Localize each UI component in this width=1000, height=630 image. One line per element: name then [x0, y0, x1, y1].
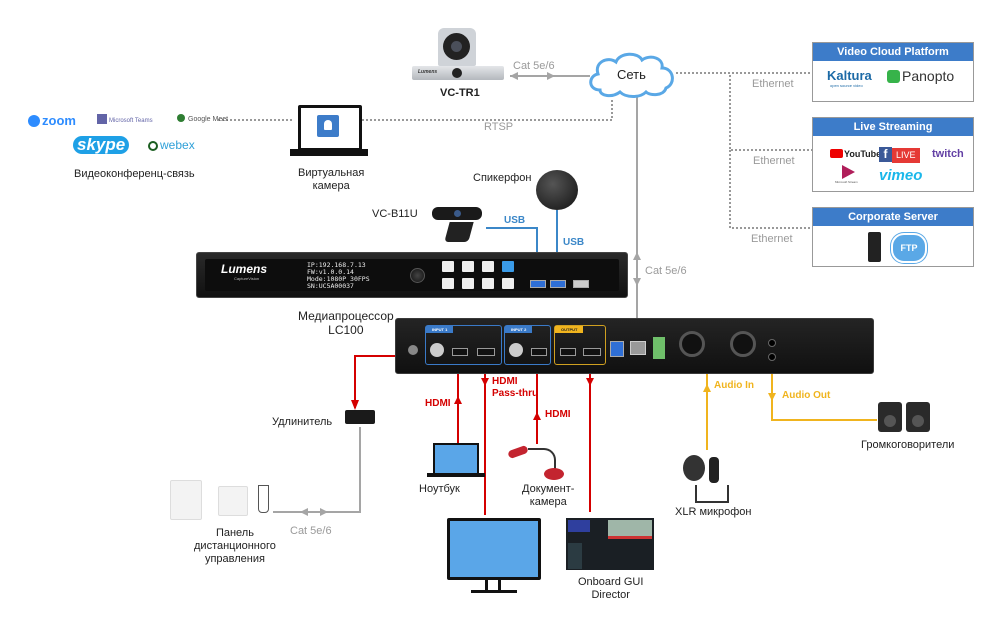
monitor-device — [447, 518, 542, 598]
line-out-jack — [768, 339, 776, 347]
webex-logo: webex — [148, 138, 195, 152]
conferencing-label: Видеоконференц-связь — [74, 168, 195, 180]
hdmi-label-doccam: HDMI — [545, 409, 571, 420]
kaltura-sub: open source video — [830, 83, 863, 88]
youtube-logo: YouTube — [830, 149, 881, 159]
speakerphone-device — [536, 170, 578, 210]
xlr-microphone-device — [683, 455, 733, 505]
layout-button[interactable] — [482, 261, 494, 272]
cat-label-bottom: Cat 5e/6 — [290, 525, 332, 537]
webcam-vc-b11u — [432, 207, 482, 245]
still-image-button[interactable] — [442, 278, 454, 289]
remote-panel-devices — [170, 480, 270, 525]
speakerphone-label: Спикерфон — [473, 172, 532, 184]
ethernet-label-2: Ethernet — [753, 155, 795, 167]
rs232-terminal — [653, 337, 665, 359]
speakers-label: Громкоговорители — [861, 439, 955, 451]
rtsp-label: RTSP — [484, 121, 514, 133]
laptop-virtual-camera — [290, 105, 370, 160]
webcam-label: VC-B11U — [372, 208, 418, 220]
zoom-logo: zoom — [28, 113, 76, 128]
teams-logo: Microsoft Teams — [97, 114, 153, 124]
usb-port-front — [530, 280, 546, 288]
xlr-port-2 — [730, 331, 756, 357]
output-section: OUTPUT — [554, 325, 606, 365]
input2-section: INPUT 2 — [504, 325, 551, 365]
control-knob[interactable] — [410, 268, 425, 283]
twitch-logo: twitch — [932, 148, 964, 160]
network-label: Сеть — [617, 67, 646, 82]
status-display: IP:192.168.7.13 FW:v1.0.0.14 Mode:1080P 30… — [307, 261, 370, 290]
extender-label: Удлинитель — [272, 416, 333, 428]
processor-label: Медиапроцессор LC100 — [298, 309, 394, 337]
audio-out-label: Audio Out — [782, 390, 831, 401]
usb-label-1: USB — [504, 215, 526, 226]
gui-director-label: Onboard GUI Director — [578, 576, 644, 601]
ethernet-port — [630, 341, 646, 355]
cat-label-vertical: Cat 5e/6 — [645, 265, 687, 277]
pip-button-2[interactable] — [482, 278, 494, 289]
cat-arrow — [547, 72, 555, 80]
laptop-device — [427, 443, 487, 479]
ftp-cloud-icon: FTP — [891, 233, 927, 263]
google-meet-logo: Google Meet — [177, 114, 228, 123]
cat-arrow — [633, 252, 641, 260]
usb-port-front — [550, 280, 566, 288]
doc-camera-label: Документ-камера — [522, 483, 575, 508]
microsoft-stream-logo — [842, 165, 855, 179]
usb-stick-icon — [258, 485, 269, 513]
panel-title: Corporate Server — [813, 208, 973, 226]
kaltura-logo: Kaltura — [827, 68, 872, 83]
power-button[interactable] — [502, 261, 514, 272]
cat-label-top: Cat 5e/6 — [513, 60, 555, 72]
pip-button-1[interactable] — [462, 278, 474, 289]
cat-arrow — [510, 72, 518, 80]
panel-title: Live Streaming — [813, 118, 973, 136]
facebook-live-logo: f LIVE — [879, 147, 920, 163]
server-icon — [868, 232, 881, 262]
lc100-rear-panel: INPUT 1 INPUT 2 OUTPUT — [395, 318, 874, 374]
hdmi-passthru-label: HDMI Pass-thru — [492, 376, 539, 399]
vc-tr1-label: VC-TR1 — [440, 87, 480, 99]
stream-button[interactable] — [462, 261, 474, 272]
cat-arrow — [633, 278, 641, 286]
xlr-mic-label: XLR микрофон — [675, 506, 752, 518]
ethernet-label-1: Ethernet — [752, 78, 794, 90]
panel-corporate-server: Corporate Server FTP — [812, 207, 974, 267]
lumens-logo: Lumens — [221, 262, 268, 276]
virtual-camera-label: Виртуальная камера — [298, 167, 365, 192]
usb-port-front — [573, 280, 589, 288]
laptop-label: Ноутбук — [419, 483, 460, 495]
input1-section: INPUT 1 — [425, 325, 502, 365]
audio-in-label: Audio In — [714, 380, 754, 391]
remote-panel-label: Панель дистанционного управления — [194, 527, 276, 565]
cat-line-remote — [273, 427, 361, 513]
ptz-camera-vc-tr1: Lumens — [410, 28, 505, 83]
extender-device — [345, 410, 375, 424]
front-buttons — [442, 261, 534, 291]
usb-label-2: USB — [563, 237, 585, 248]
hdmi-label-laptop: HDMI — [425, 398, 451, 409]
rtsp-dotted-line — [218, 98, 613, 121]
xlr-port-1 — [679, 331, 705, 357]
lc100-front-panel: Lumens CaptureVision IP:192.168.7.13 FW:v… — [196, 252, 628, 298]
input-button[interactable] — [502, 278, 514, 289]
ethernet-label-3: Ethernet — [751, 233, 793, 245]
panopto-logo: Panopto — [887, 68, 954, 84]
dc-in-port — [408, 345, 418, 355]
skype-logo: skype — [73, 136, 130, 154]
gui-director-screenshot — [566, 518, 654, 570]
document-camera-device — [507, 443, 568, 483]
usb-ports-rear — [610, 341, 624, 357]
line-in-jack — [768, 353, 776, 361]
panel-video-cloud-platform: Video Cloud Platform Kaltura open source… — [812, 42, 974, 102]
record-button[interactable] — [442, 261, 454, 272]
speakers-device — [878, 402, 933, 434]
panel-live-streaming: Live Streaming YouTube f LIVE twitch Micr… — [812, 117, 974, 192]
vimeo-logo: vimeo — [879, 167, 923, 184]
panel-title: Video Cloud Platform — [813, 43, 973, 61]
conferencing-apps: zoom Microsoft Teams Google Meet skype w… — [20, 108, 250, 168]
